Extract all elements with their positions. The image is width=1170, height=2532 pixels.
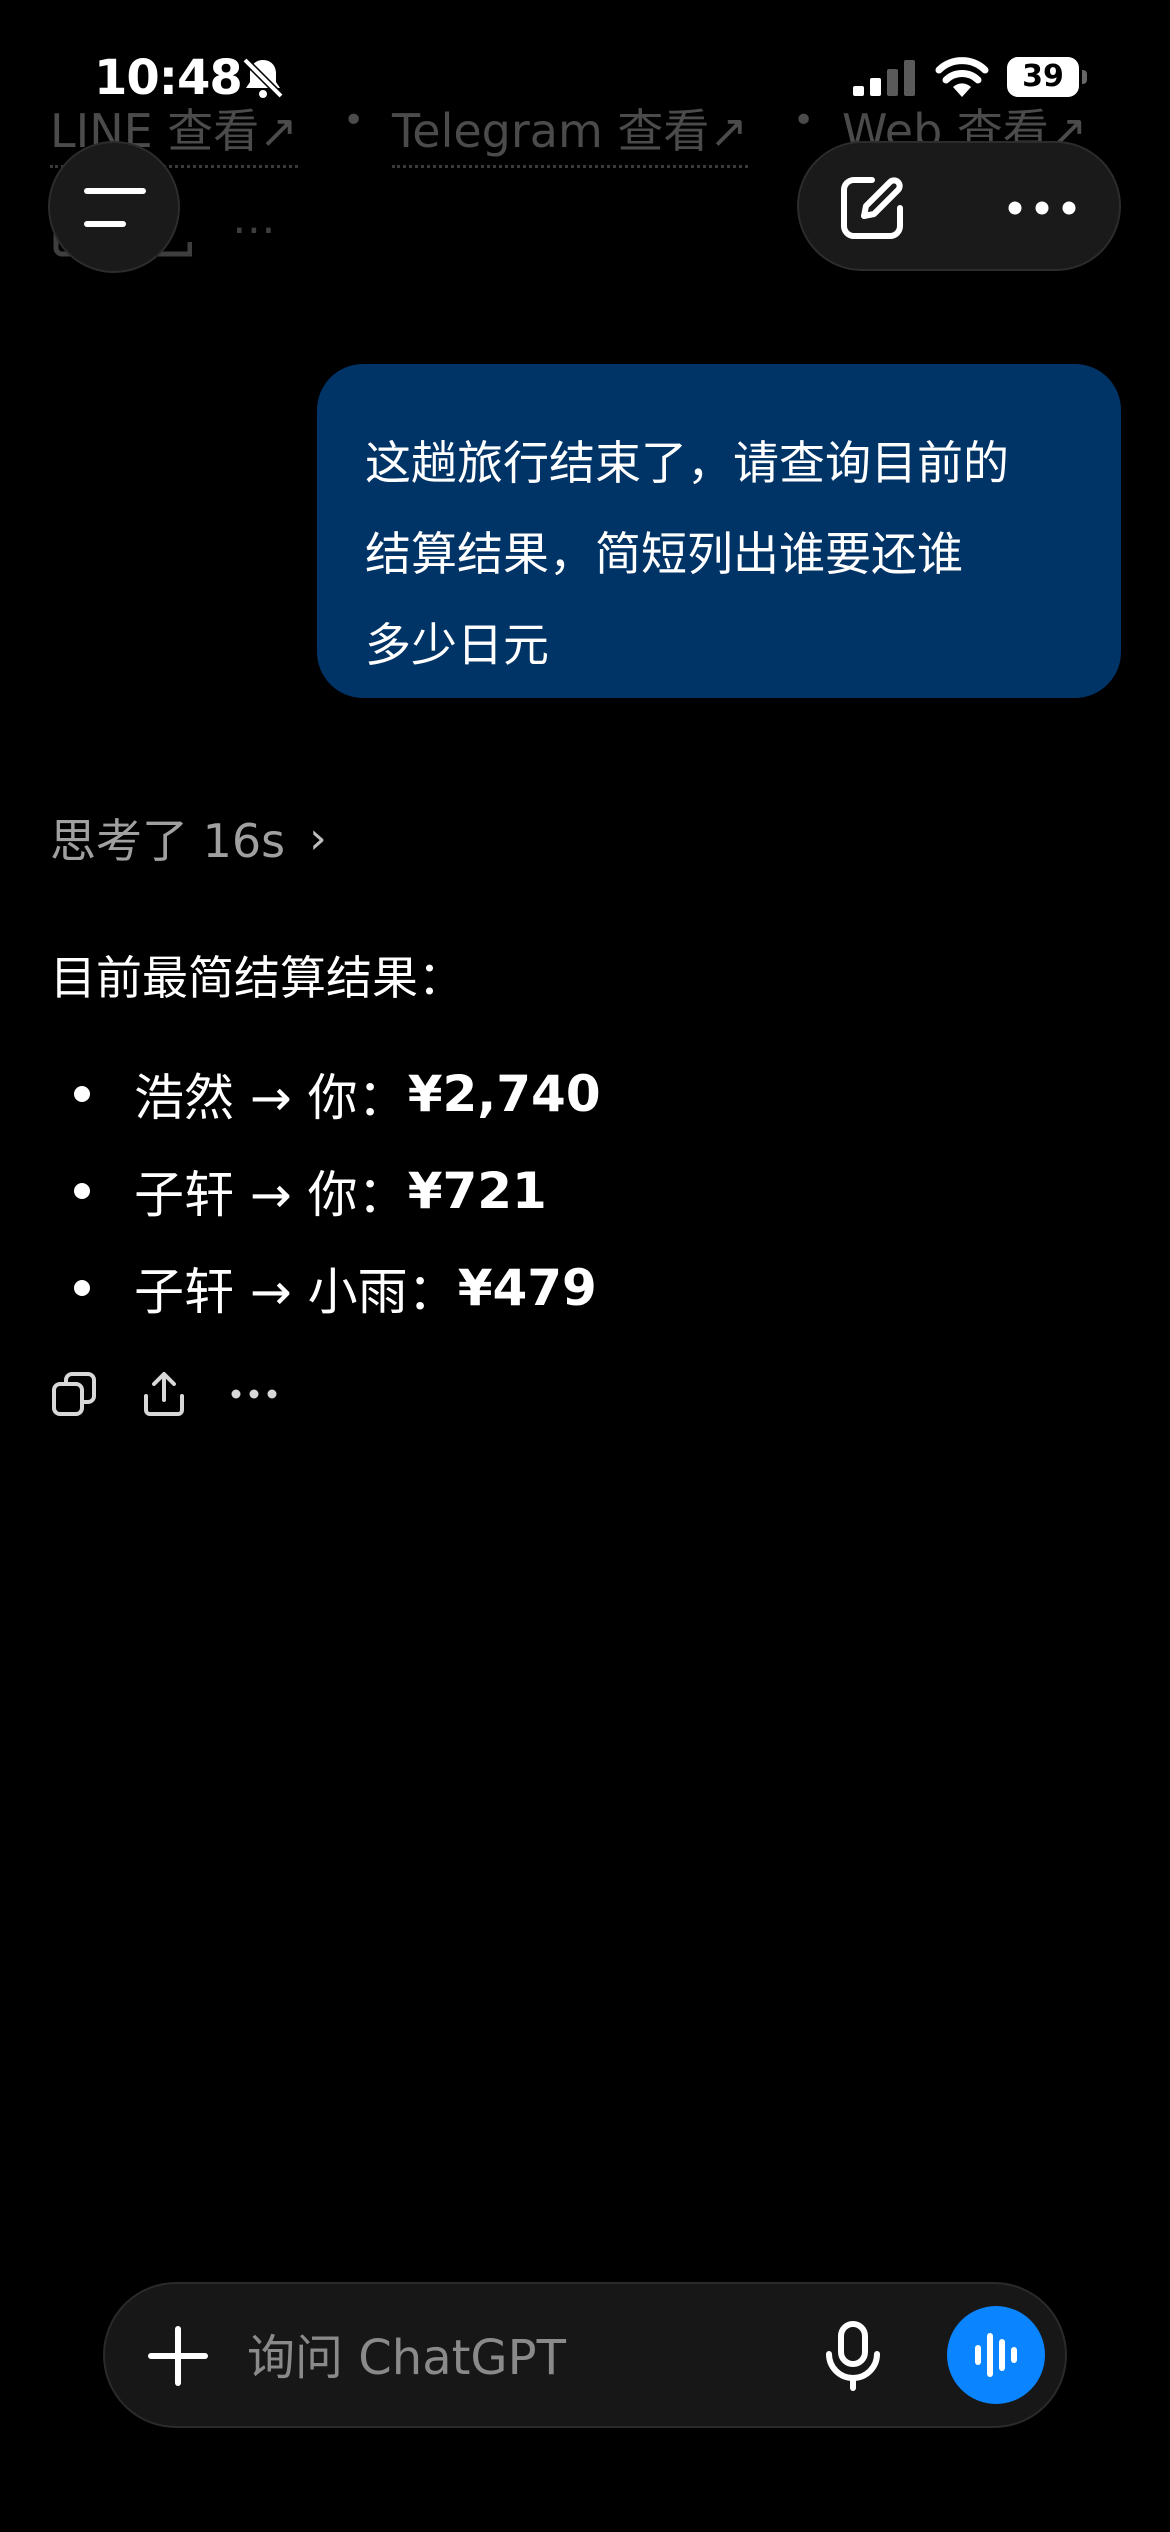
copy-button[interactable]	[50, 1370, 98, 1418]
thinking-toggle[interactable]: 思考了 16s ›	[50, 805, 327, 871]
wifi-icon	[935, 57, 989, 97]
new-chat-button[interactable]	[829, 165, 915, 251]
plus-icon[interactable]	[143, 2321, 213, 2391]
settlement-text: 子轩 → 你：	[134, 1166, 408, 1224]
composer	[103, 2282, 1067, 2428]
settlement-amount: ¥721	[407, 1162, 547, 1220]
more-options-button[interactable]	[999, 165, 1085, 251]
telegram-link[interactable]: Telegram 查看↗	[392, 95, 748, 168]
battery-indicator: 39	[1007, 57, 1089, 97]
copy-icon	[52, 1372, 96, 1416]
more-actions-button[interactable]	[230, 1370, 278, 1418]
settlement-text: 浩然 → 你：	[134, 1069, 408, 1127]
previous-more-icon[interactable]: ⋯	[232, 204, 276, 255]
user-message-bubble: 这趟旅行结束了，请查询目前的 结算结果，简短列出谁要还谁 多少日元	[317, 364, 1121, 698]
share-button[interactable]	[140, 1370, 188, 1418]
cellular-signal-icon	[853, 60, 915, 96]
share-icon	[144, 1372, 184, 1416]
waveform-icon	[975, 2333, 1017, 2377]
hamburger-icon	[84, 188, 146, 194]
more-icon	[231, 1389, 277, 1399]
answer-intro: 目前最简结算结果：	[50, 951, 464, 1005]
settlement-amount: ¥2,740	[407, 1065, 601, 1123]
microphone-icon[interactable]	[817, 2320, 889, 2392]
bullet-icon	[74, 1183, 90, 1199]
user-message-line: 这趟旅行结束了，请查询目前的	[365, 436, 1009, 490]
link-separator: •	[343, 100, 365, 141]
user-message-line: 多少日元	[365, 618, 549, 672]
list-item: 子轩 → 你： ¥721	[74, 1155, 547, 1227]
battery-level: 39	[1022, 59, 1064, 94]
thinking-label: 思考了 16s	[50, 814, 286, 868]
message-input[interactable]	[245, 2322, 899, 2394]
chevron-right-icon: ›	[309, 812, 327, 864]
header-actions	[797, 141, 1121, 271]
user-message-line: 结算结果，简短列出谁要还谁	[365, 527, 963, 581]
edit-icon	[841, 177, 903, 239]
ellipsis-icon	[1008, 201, 1076, 215]
settlement-text: 子轩 → 小雨：	[134, 1263, 458, 1321]
list-item: 浩然 → 你： ¥2,740	[74, 1058, 601, 1130]
message-actions	[50, 1370, 320, 1418]
bullet-icon	[74, 1086, 90, 1102]
list-item: 子轩 → 小雨： ¥479	[74, 1252, 597, 1324]
menu-button[interactable]	[48, 141, 180, 273]
link-separator: •	[793, 100, 815, 141]
settlement-amount: ¥479	[457, 1259, 597, 1317]
voice-mode-button[interactable]	[947, 2306, 1045, 2404]
bullet-icon	[74, 1280, 90, 1296]
